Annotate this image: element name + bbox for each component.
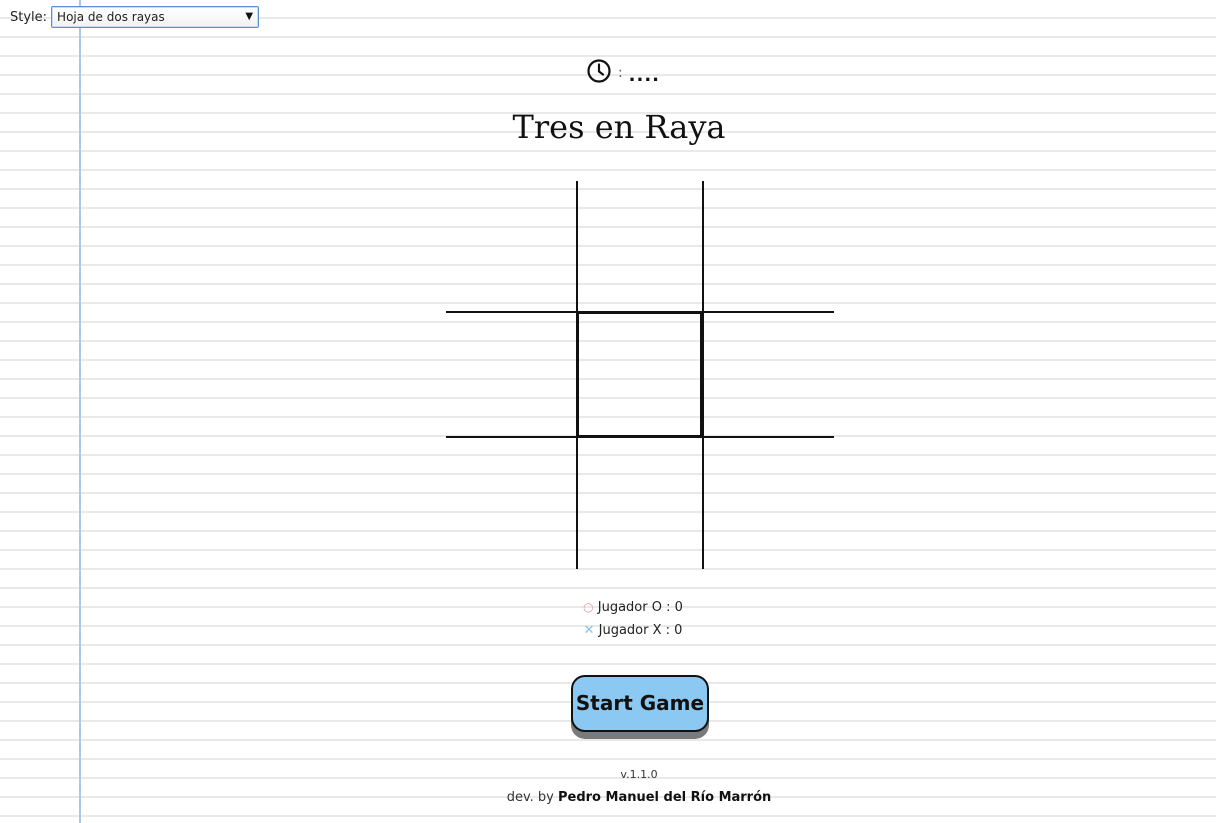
style-label: Style: (10, 9, 48, 25)
timer-value: .... (628, 64, 661, 86)
clock-icon (586, 58, 612, 88)
board-grid-line (702, 181, 704, 569)
board-cell-1[interactable] (446, 181, 575, 310)
scoreboard: ○ Jugador O : 0 ✕ Jugador X : 0 (0, 597, 1216, 645)
o-mark-icon: ○ (583, 600, 594, 614)
board-cell-2[interactable] (575, 181, 705, 310)
score-player-o: ○ Jugador O : 0 (0, 597, 1216, 621)
board-cell-3[interactable] (705, 181, 834, 310)
version-label: v.1.1.0 (620, 768, 658, 781)
board-cell-8[interactable] (575, 440, 705, 569)
game-timer: : .... (0, 58, 1216, 86)
board-center-outline (577, 312, 702, 437)
dropdown-arrow-icon: ▼ (245, 11, 254, 22)
board-cell-9[interactable] (705, 440, 834, 569)
board-cell-4[interactable] (446, 310, 575, 440)
author-name: Pedro Manuel del Río Marrón (558, 790, 772, 805)
score-player-x: ✕ Jugador X : 0 (0, 621, 1216, 645)
score-player-x-label: Jugador X : 0 (598, 623, 683, 638)
x-mark-icon: ✕ (583, 623, 595, 638)
style-selector: Style: Hoja de dos rayas ▼ (10, 6, 260, 28)
start-game-button[interactable]: Start Game (571, 675, 709, 732)
style-dropdown[interactable]: Hoja de dos rayas ▼ (51, 6, 260, 28)
board-cell-6[interactable] (705, 310, 834, 440)
credits: dev. by Pedro Manuel del Río Marrón (0, 790, 1216, 805)
board-cell-7[interactable] (446, 440, 575, 569)
score-player-o-label: Jugador O : 0 (597, 600, 683, 615)
game-title: Tres en Raya (512, 108, 726, 146)
style-dropdown-value: Hoja de dos rayas (57, 10, 165, 24)
timer-separator: : (617, 65, 623, 81)
credit-prefix: dev. by (506, 790, 554, 805)
